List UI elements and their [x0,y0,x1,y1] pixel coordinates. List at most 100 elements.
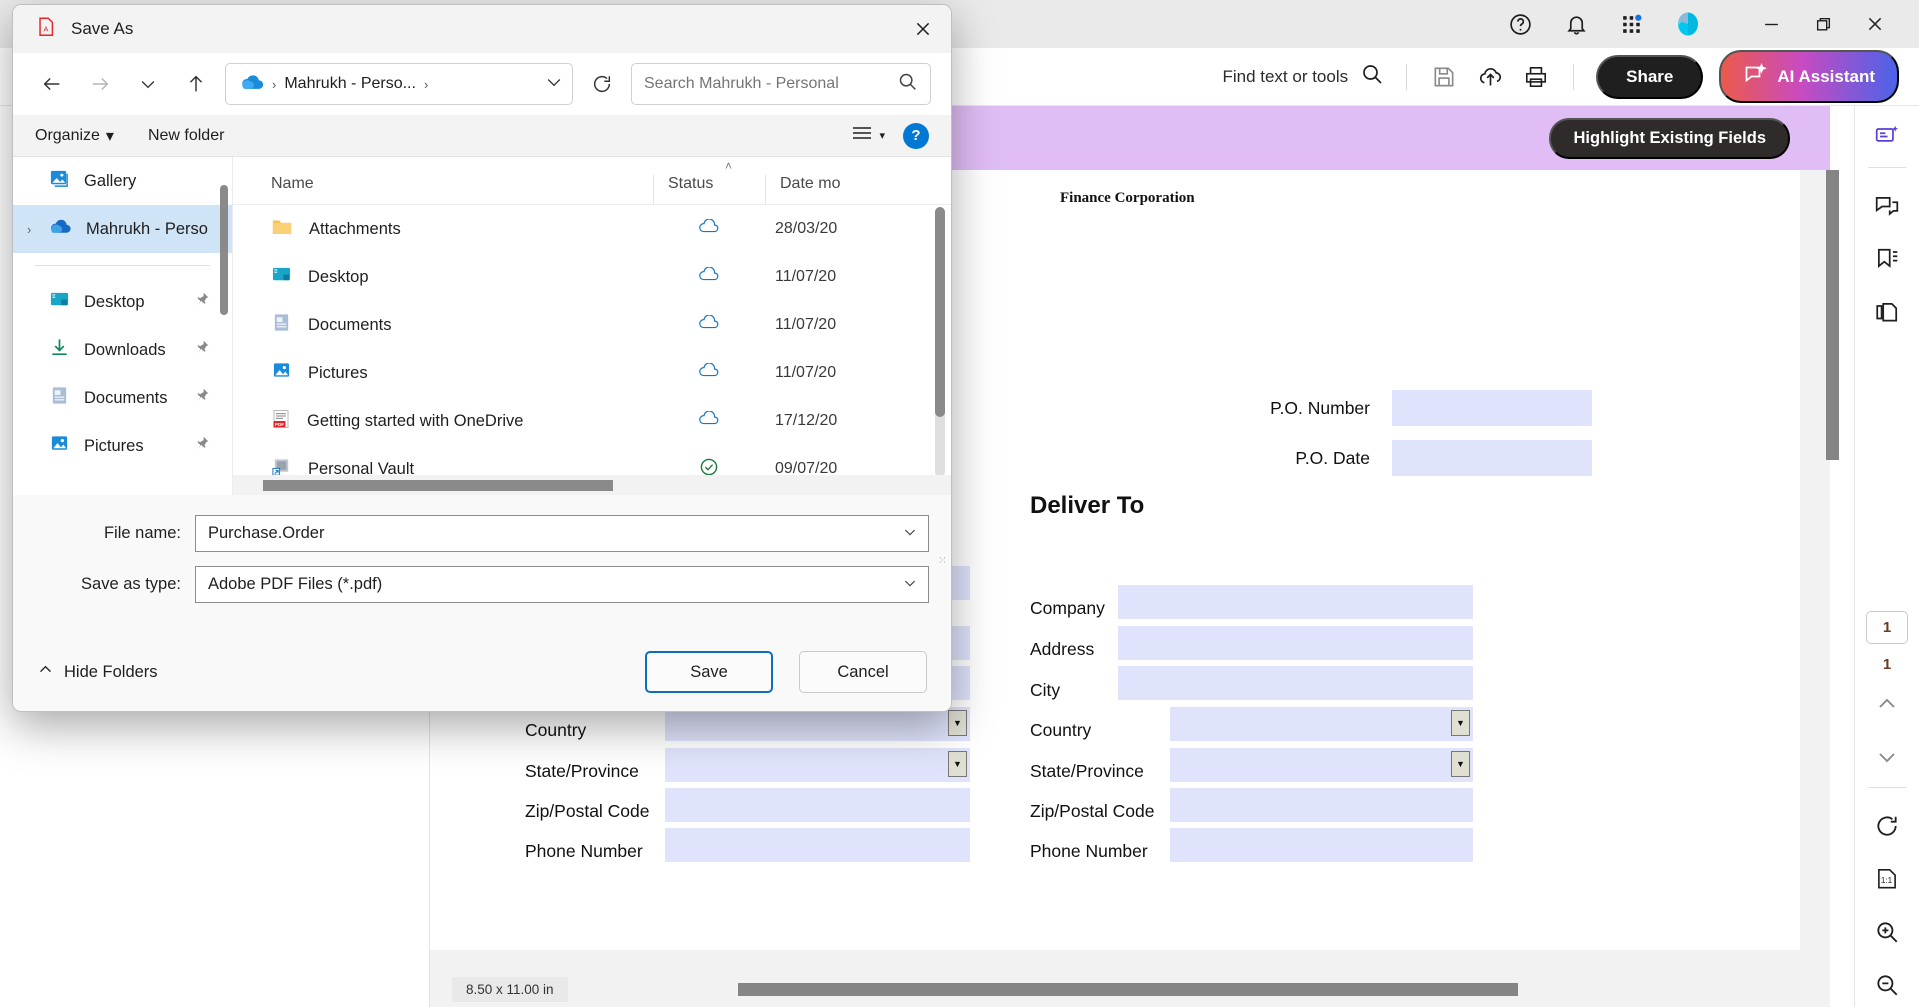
table-row[interactable]: Desktop 11/07/20 [233,253,951,301]
search-input[interactable] [644,75,897,93]
table-row[interactable]: Pictures 11/07/20 [233,349,951,397]
table-row[interactable]: PDF Getting started with OneDrive 17/12/… [233,397,951,445]
ai-assistant-button[interactable]: AI Assistant [1719,50,1899,103]
column-header-status[interactable]: Status [653,175,765,204]
deliver-field-company[interactable] [1118,585,1473,619]
hide-folders-button[interactable]: Hide Folders [37,661,158,683]
search-box[interactable] [631,63,931,105]
file-name-cell[interactable]: Desktop [233,265,653,289]
help-icon[interactable] [1505,9,1535,39]
left-field-country[interactable]: ▼ [665,707,970,741]
search-icon[interactable] [1360,62,1384,91]
deliver-field-city[interactable] [1118,666,1473,700]
breadcrumb[interactable]: › Mahrukh - Perso... › [225,63,573,105]
chevron-down-icon[interactable]: ▼ [948,710,967,736]
scrollbar-thumb[interactable] [263,480,613,491]
scrollbar-thumb[interactable] [1826,170,1839,460]
nav-item-gallery[interactable]: Gallery [13,157,232,205]
adobe-avatar[interactable] [1673,9,1703,39]
organize-button[interactable]: Organize ▾ [35,126,114,146]
file-list-horizontal-scrollbar[interactable] [233,475,951,495]
pin-icon[interactable] [193,339,210,361]
forward-button[interactable] [81,65,119,103]
print-icon[interactable] [1521,62,1551,92]
left-field-zip[interactable] [665,788,970,822]
navigation-pane[interactable]: Gallery › Mahrukh - Perso [13,157,233,495]
scrollbar-thumb[interactable] [738,983,1518,996]
table-row[interactable]: Attachments 28/03/20 [233,205,951,253]
view-options-button[interactable]: ▾ [851,125,885,146]
deliver-field-state[interactable]: ▼ [1170,748,1473,782]
search-icon[interactable] [897,71,918,97]
refresh-button[interactable] [583,65,621,103]
save-disk-icon[interactable] [1429,62,1459,92]
file-name-cell[interactable]: Attachments [233,217,653,241]
save-as-type-select[interactable]: Adobe PDF Files (*.pdf) [195,566,929,603]
nav-item-documents[interactable]: Documents [13,374,232,422]
horizontal-scrollbar[interactable] [608,983,1814,996]
chevron-down-icon[interactable]: ▼ [1451,751,1470,777]
file-name-cell[interactable]: Documents [233,313,653,337]
recent-locations-button[interactable] [129,65,167,103]
back-button[interactable] [33,65,71,103]
scrollbar-thumb[interactable] [935,207,945,417]
help-icon[interactable]: ? [903,123,929,149]
deliver-field-address[interactable] [1118,626,1473,660]
nav-item-mahrukh-personal[interactable]: › Mahrukh - Perso [13,205,232,253]
comment-icon[interactable] [1864,184,1910,229]
chevron-down-icon[interactable] [902,524,918,543]
nav-pane-scrollbar[interactable] [220,185,228,315]
deliver-field-phone[interactable] [1170,828,1473,862]
file-list-pane[interactable]: Name Status Date mo ˄ Attachments [233,157,951,495]
up-button[interactable] [177,65,215,103]
highlight-existing-fields-button[interactable]: Highlight Existing Fields [1549,118,1790,159]
cloud-upload-icon[interactable] [1475,62,1505,92]
actual-size-icon[interactable]: 1:1 [1864,857,1910,902]
file-list-vertical-scrollbar[interactable] [935,207,945,477]
left-field-state[interactable]: ▼ [665,748,970,782]
column-header-date[interactable]: Date mo [765,175,905,204]
find-text-or-tools[interactable]: Find text or tools [1222,62,1384,91]
file-name-cell[interactable]: PDF Getting started with OneDrive [233,409,653,434]
chevron-down-icon[interactable] [902,575,918,594]
chevron-up-icon[interactable] [1864,681,1910,726]
restore-button[interactable] [1797,0,1849,48]
table-row[interactable]: Documents 11/07/20 [233,301,951,349]
new-folder-button[interactable]: New folder [148,127,224,145]
fill-and-sign-icon[interactable] [1864,114,1910,159]
left-field-phone[interactable] [665,828,970,862]
chevron-down-icon[interactable]: ▼ [948,751,967,777]
pin-icon[interactable] [193,387,210,409]
close-icon[interactable] [895,5,951,53]
pin-icon[interactable] [193,291,210,313]
cancel-button[interactable]: Cancel [799,651,927,693]
po-date-field[interactable] [1392,440,1592,476]
po-number-field[interactable] [1392,390,1592,426]
deliver-field-zip[interactable] [1170,788,1473,822]
bookmark-icon[interactable] [1864,237,1910,282]
column-header-name[interactable]: Name [233,175,653,204]
pin-icon[interactable] [193,435,210,457]
save-as-dialog[interactable]: A Save As [12,4,952,712]
file-name-cell[interactable]: Pictures [233,361,653,385]
save-button[interactable]: Save [645,651,773,693]
document-vertical-scrollbar[interactable] [1826,170,1839,910]
chevron-right-icon[interactable]: › [27,222,31,237]
nav-item-desktop[interactable]: Desktop [13,278,232,326]
breadcrumb-label[interactable]: Mahrukh - Perso... [284,75,416,93]
chevron-down-icon[interactable] [1864,734,1910,779]
pages-icon[interactable] [1864,289,1910,334]
file-name-input[interactable]: Purchase.Order [195,515,929,552]
rotate-icon[interactable] [1864,804,1910,849]
minimize-button[interactable] [1745,0,1797,48]
nav-item-pictures[interactable]: Pictures [13,422,232,470]
close-button[interactable] [1849,0,1901,48]
breadcrumb-dropdown-icon[interactable] [544,72,564,97]
chevron-down-icon[interactable]: ▼ [1451,710,1470,736]
deliver-field-country[interactable]: ▼ [1170,707,1473,741]
resize-grip[interactable]: ⁙ [938,554,946,567]
zoom-out-icon[interactable] [1864,962,1910,1007]
share-button[interactable]: Share [1596,55,1703,99]
nav-item-downloads[interactable]: Downloads [13,326,232,374]
apps-grid-icon[interactable] [1617,9,1647,39]
